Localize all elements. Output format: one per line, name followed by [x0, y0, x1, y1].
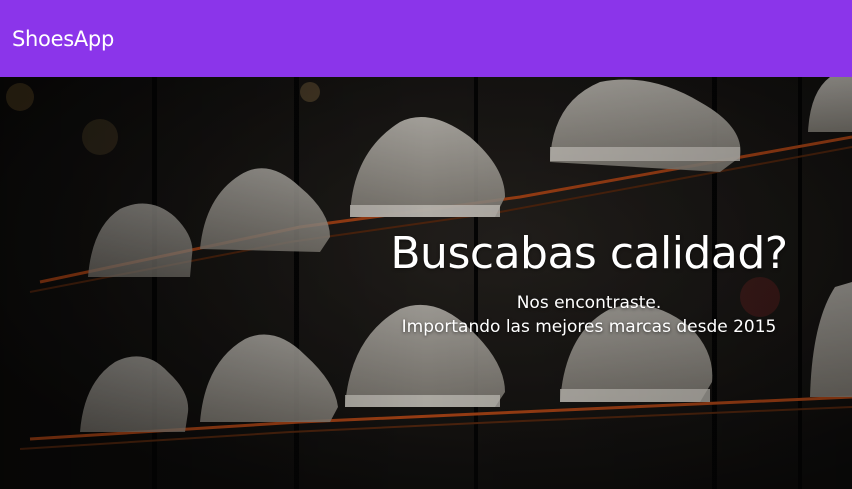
hero-headline: Buscabas calidad? — [390, 228, 788, 279]
hero-subtitle: Nos encontraste. Importando las mejores … — [359, 291, 819, 339]
hero-subtitle-line1: Nos encontraste. — [516, 293, 662, 313]
navbar: ShoesApp — [0, 0, 852, 77]
hero-subtitle-line2: Importando las mejores marcas desde 2015 — [401, 317, 777, 337]
brand-logo-link[interactable]: ShoesApp — [12, 27, 114, 51]
hero-caption: Buscabas calidad? Nos encontraste. Impor… — [359, 227, 819, 339]
hero-section: Buscabas calidad? Nos encontraste. Impor… — [0, 77, 852, 489]
